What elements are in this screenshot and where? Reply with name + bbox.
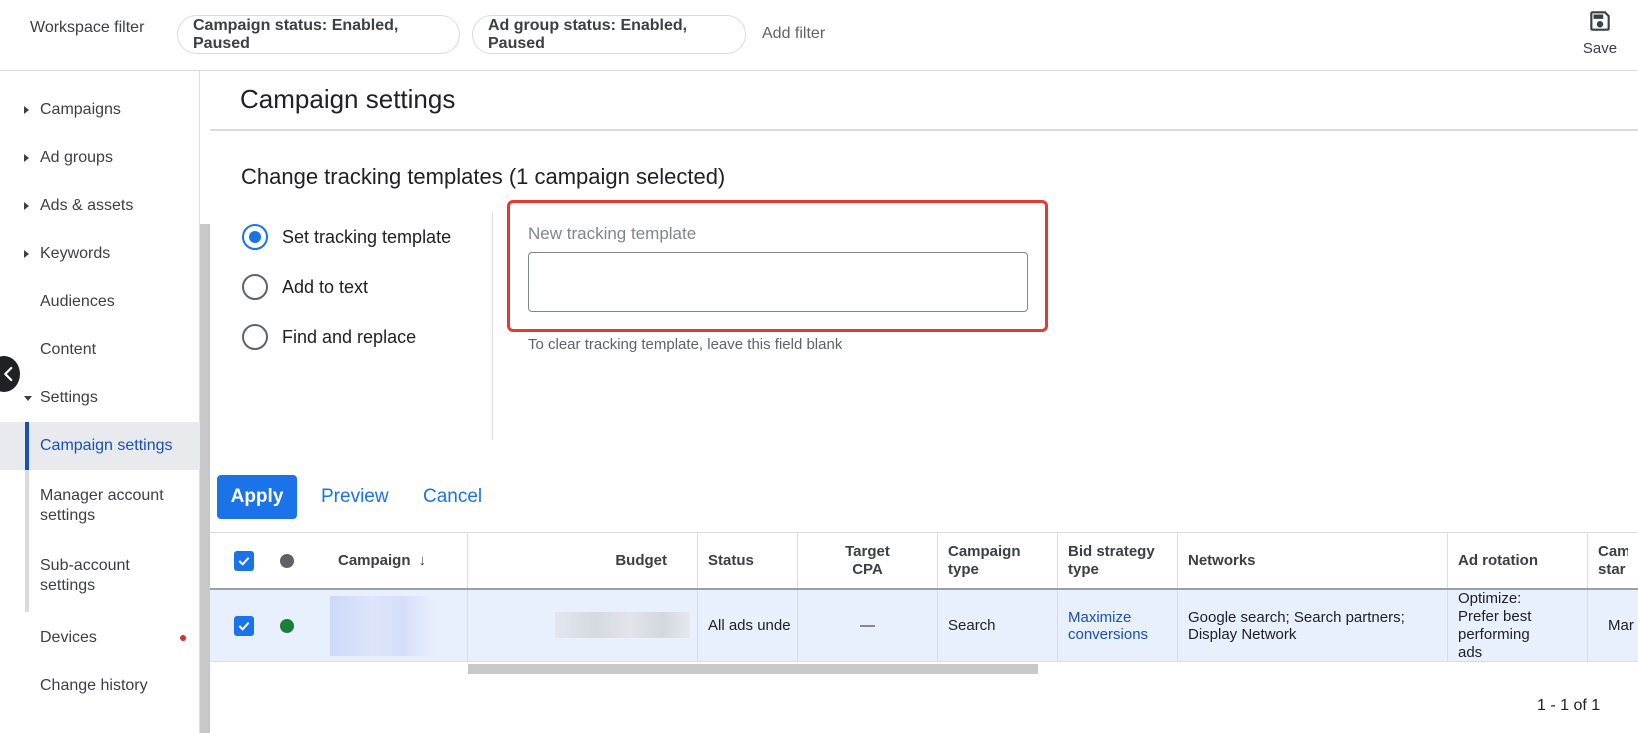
caret-right-icon (24, 250, 29, 258)
networks-column-header[interactable]: Networks (1178, 533, 1448, 588)
nav-campaign-settings[interactable]: Campaign settings (0, 422, 200, 470)
row-budget-cell (468, 590, 698, 661)
section-title: Change tracking templates (1 campaign se… (241, 164, 726, 189)
apply-button[interactable]: Apply (217, 475, 297, 519)
tracking-template-label: New tracking template (528, 224, 697, 243)
col-separator (210, 533, 468, 588)
status-text-column-header[interactable]: Status (698, 533, 798, 588)
caret-right-icon (24, 154, 29, 162)
radio-unchecked-icon[interactable] (242, 274, 268, 300)
sidebar-scrollbar[interactable] (200, 224, 210, 733)
save-label: Save (1582, 40, 1618, 57)
tracking-template-input[interactable] (528, 252, 1028, 312)
row-ad-rotation-cell: Optimize: Prefer best performing ads (1448, 590, 1588, 661)
campaign-start-column-header[interactable]: Cam star (1598, 533, 1638, 588)
row-target-cpa-cell: — (798, 590, 938, 661)
tracking-template-helper: To clear tracking template, leave this f… (528, 336, 843, 353)
nav-content[interactable]: Content (0, 326, 200, 374)
row-networks-cell: Google search; Search partners; Display … (1178, 590, 1448, 661)
table-horizontal-scrollbar[interactable] (468, 664, 1038, 674)
workspace-filter-label: Workspace filter (30, 19, 145, 36)
add-filter-button[interactable]: Add filter (762, 25, 825, 43)
nav-sub-account-settings[interactable]: Sub-account settings (0, 541, 200, 611)
table-row[interactable]: All ads unde — Search Maximize conversio… (210, 590, 1638, 662)
row-bid-strategy-cell[interactable]: Maximize conversions (1058, 590, 1178, 661)
chevron-left-icon (4, 366, 13, 382)
row-status-cell: All ads unde (698, 590, 798, 661)
option-find-and-replace[interactable]: Find and replace (242, 322, 416, 352)
campaign-type-column-header[interactable]: Campaign type (938, 533, 1058, 588)
bid-strategy-column-header[interactable]: Bid strategy type (1058, 533, 1178, 588)
nav-keywords[interactable]: Keywords (0, 230, 200, 278)
nav-change-history[interactable]: Change history (0, 662, 200, 710)
radio-unchecked-icon[interactable] (242, 324, 268, 350)
nav-settings[interactable]: Settings (0, 374, 200, 422)
caret-right-icon (24, 106, 29, 114)
nav-ad-groups[interactable]: Ad groups (0, 134, 200, 182)
nav-audiences[interactable]: Audiences (0, 278, 200, 326)
col-separator (210, 590, 468, 661)
nav-campaigns[interactable]: Campaigns (0, 86, 200, 134)
budget-column-header[interactable]: Budget (468, 533, 698, 588)
title-divider (210, 129, 1638, 131)
row-campaign-type-cell: Search (938, 590, 1058, 661)
save-button[interactable]: Save (1572, 8, 1628, 66)
radio-checked-icon[interactable] (242, 224, 268, 250)
row-campaign-start-cell: Mar (1608, 617, 1634, 634)
workspace-filter-bar: Workspace filter Campaign status: Enable… (0, 0, 1638, 71)
nav-devices[interactable]: Devices (0, 614, 200, 662)
options-divider (492, 212, 493, 440)
campaign-table: Campaign ↓ Budget Status Target CPA Campa… (210, 532, 1638, 664)
preview-button[interactable]: Preview (321, 486, 389, 508)
left-navigation: Campaigns Ad groups Ads & assets Keyword… (0, 71, 200, 733)
page-title: Campaign settings (240, 84, 456, 114)
campaign-status-filter-chip[interactable]: Campaign status: Enabled, Paused (177, 15, 460, 54)
save-icon (1590, 11, 1610, 31)
caret-right-icon (24, 202, 29, 210)
notification-dot (180, 635, 186, 641)
pagination-summary: 1 - 1 of 1 (1537, 697, 1601, 714)
target-cpa-column-header[interactable]: Target CPA (798, 533, 938, 588)
nav-manager-account-settings[interactable]: Manager account settings (0, 471, 200, 541)
ad-rotation-column-header[interactable]: Ad rotation (1448, 533, 1588, 588)
cancel-button[interactable]: Cancel (423, 486, 482, 508)
table-header: Campaign ↓ Budget Status Target CPA Campa… (210, 532, 1638, 590)
caret-down-icon (24, 395, 32, 401)
option-add-to-text[interactable]: Add to text (242, 272, 368, 302)
ad-group-status-filter-chip[interactable]: Ad group status: Enabled, Paused (472, 15, 746, 54)
active-indicator (25, 422, 29, 470)
option-set-tracking-template[interactable]: Set tracking template (242, 222, 451, 252)
nav-ads-assets[interactable]: Ads & assets (0, 182, 200, 230)
